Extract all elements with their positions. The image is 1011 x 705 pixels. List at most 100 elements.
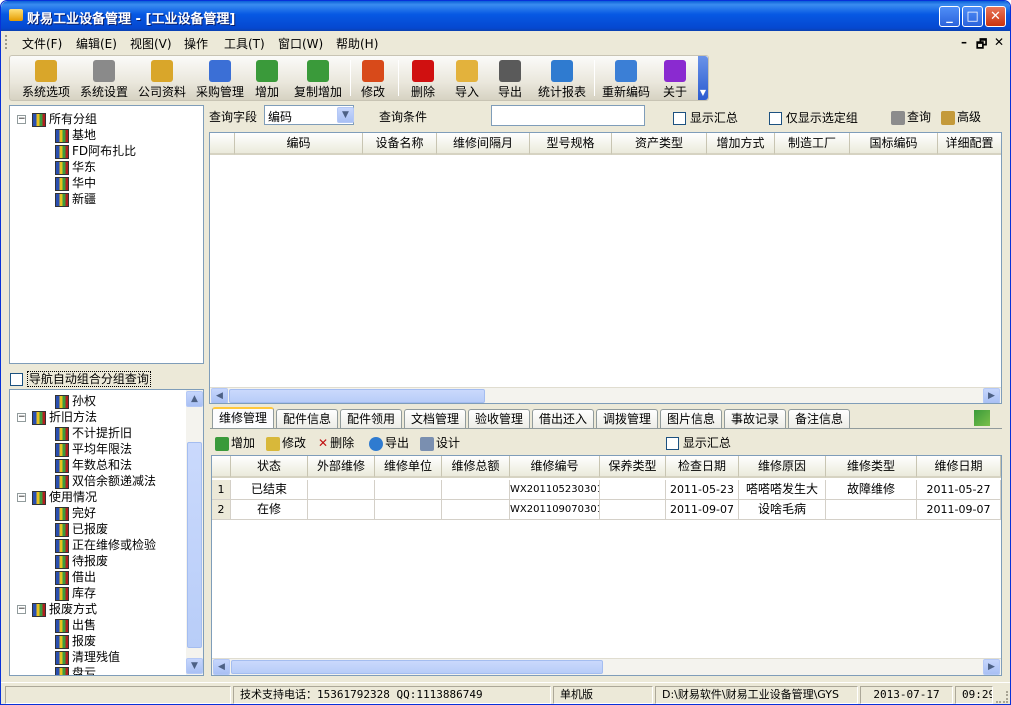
tree-node-group[interactable]: 新疆 [55,190,96,207]
column-header[interactable]: 制造工厂 [775,133,850,155]
scroll-right-button[interactable]: ▶ [983,388,1000,403]
tree-node-item[interactable]: 借出 [55,568,96,585]
collapse-icon[interactable]: − [17,493,26,502]
tab-transfer[interactable]: 调拨管理 [596,409,659,429]
column-header[interactable]: 设备名称 [363,133,437,155]
checkbox[interactable] [10,373,23,386]
sub-add-button[interactable]: 增加 [215,434,255,451]
tab-remarks[interactable]: 备注信息 [788,409,851,429]
column-header[interactable]: 状态 [231,456,308,478]
column-header[interactable]: 维修间隔月 [437,133,530,155]
statistics-report-button[interactable]: 统计报表 [534,58,590,100]
tree-node-all-groups[interactable]: − 所有分组 [17,110,97,127]
tree-node-item[interactable]: 双倍余额递减法 [55,472,156,489]
column-header[interactable]: 外部维修 [308,456,375,478]
tree-node-category[interactable]: − 折旧方法 [17,408,97,425]
checkbox[interactable] [769,112,782,125]
column-header[interactable]: 增加方式 [707,133,775,155]
settings-icon[interactable] [974,410,990,426]
tree-node-category[interactable]: − 使用情况 [17,488,97,505]
grid-horizontal-scrollbar[interactable]: ◀ ▶ [210,387,1001,403]
import-button[interactable]: 导入 [450,58,484,100]
column-header[interactable]: 维修原因 [739,456,826,478]
tab-parts-info[interactable]: 配件信息 [276,409,339,429]
tab-pictures[interactable]: 图片信息 [660,409,723,429]
tree-node-item[interactable]: 库存 [55,584,96,601]
title-bar[interactable]: 财易工业设备管理 - [工业设备管理] _ □ ✕ [1,1,1010,31]
collapse-icon[interactable]: − [17,115,26,124]
collapse-icon[interactable]: − [17,413,26,422]
scroll-thumb[interactable] [187,442,202,648]
column-header[interactable]: 详细配置 [938,133,1001,155]
checkbox[interactable] [673,112,686,125]
menu-view[interactable]: 视图(V) [130,35,172,52]
tree-node-item[interactable]: 平均年限法 [55,440,132,457]
menu-window[interactable]: 窗口(W) [278,35,323,52]
column-header[interactable]: 保养类型 [600,456,666,478]
tree-node-group[interactable]: 华中 [55,174,96,191]
sub-show-summary-checkbox[interactable]: 显示汇总 [666,434,731,451]
recode-button[interactable]: 重新编码 [598,58,654,100]
purchase-button[interactable]: 采购管理 [192,58,248,100]
mdi-close-button[interactable]: ✕ [994,35,1004,49]
delete-button[interactable]: 删除 [406,58,440,100]
sub-delete-button[interactable]: ✕ 删除 [318,434,354,451]
toolbar-overflow-button[interactable]: ▼ [698,56,708,100]
tab-acceptance[interactable]: 验收管理 [468,409,531,429]
tree-node-item[interactable]: 完好 [55,504,96,521]
company-info-button[interactable]: 公司资料 [134,58,190,100]
system-settings-button[interactable]: 系统设置 [76,58,132,100]
copy-add-button[interactable]: 复制增加 [290,58,346,100]
tree-vertical-scrollbar[interactable]: ▲ ▼ [186,390,203,675]
scroll-down-button[interactable]: ▼ [186,658,203,674]
column-header[interactable]: 维修单位 [375,456,442,478]
collapse-icon[interactable]: − [17,605,26,614]
menu-operate[interactable]: 操作 [184,35,208,52]
tree-node-item[interactable]: 正在维修或检验 [55,536,156,553]
tab-repair[interactable]: 维修管理 [212,407,275,429]
nav-auto-group-checkbox[interactable]: 导航自动组合分组查询 [10,370,151,387]
sub-export-button[interactable]: 导出 [369,434,409,451]
column-header[interactable]: 资产类型 [612,133,707,155]
query-condition-input[interactable] [491,105,645,126]
column-header[interactable]: 维修总额 [442,456,510,478]
edit-button[interactable]: 修改 [356,58,390,100]
sub-edit-button[interactable]: 修改 [266,434,306,451]
menu-help[interactable]: 帮助(H) [336,35,378,52]
tree-node-group[interactable]: 华东 [55,158,96,175]
column-header[interactable]: 国标编码 [850,133,938,155]
tree-node-group[interactable]: FD阿布扎比 [55,142,136,159]
tree-node-item[interactable]: 待报废 [55,552,108,569]
repair-grid-horizontal-scrollbar[interactable]: ◀ ▶ [212,658,1001,675]
resize-grip[interactable] [996,691,1008,703]
minimize-button[interactable]: _ [939,6,960,27]
close-button[interactable]: ✕ [985,6,1006,27]
scroll-left-button[interactable]: ◀ [213,659,230,675]
query-field-select[interactable]: 编码 ▼ [264,105,354,125]
scroll-up-button[interactable]: ▲ [186,391,203,407]
scroll-thumb[interactable] [231,660,603,674]
tree-node-category[interactable]: − 报废方式 [17,600,97,617]
mdi-restore-button[interactable]: 🗗 [976,35,987,56]
column-header[interactable]: 检查日期 [666,456,739,478]
tree-node-item[interactable]: 出售 [55,616,96,633]
system-options-button[interactable]: 系统选项 [18,58,74,100]
only-selected-group-checkbox[interactable]: 仅显示选定组 [769,109,858,126]
maximize-button[interactable]: □ [962,6,983,27]
mdi-minimize-button[interactable]: – [961,35,967,49]
menu-file[interactable]: 文件(F) [22,35,62,52]
tree-node-item[interactable]: 盘亏 [55,664,96,675]
export-button[interactable]: 导出 [493,58,527,100]
tree-node-item[interactable]: 清理残值 [55,648,120,665]
scroll-left-button[interactable]: ◀ [211,388,228,403]
tab-parts-usage[interactable]: 配件领用 [340,409,403,429]
show-summary-checkbox[interactable]: 显示汇总 [673,109,738,126]
tab-lend-return[interactable]: 借出还入 [532,409,595,429]
tree-node-item[interactable]: 年数总和法 [55,456,132,473]
tree-node-item[interactable]: 孙权 [55,392,96,409]
column-header[interactable]: 维修日期 [917,456,1001,478]
sub-design-button[interactable]: 设计 [420,434,460,451]
tree-node-group[interactable]: 基地 [55,126,96,143]
column-header[interactable]: 型号规格 [530,133,612,155]
scroll-right-button[interactable]: ▶ [983,659,1000,675]
